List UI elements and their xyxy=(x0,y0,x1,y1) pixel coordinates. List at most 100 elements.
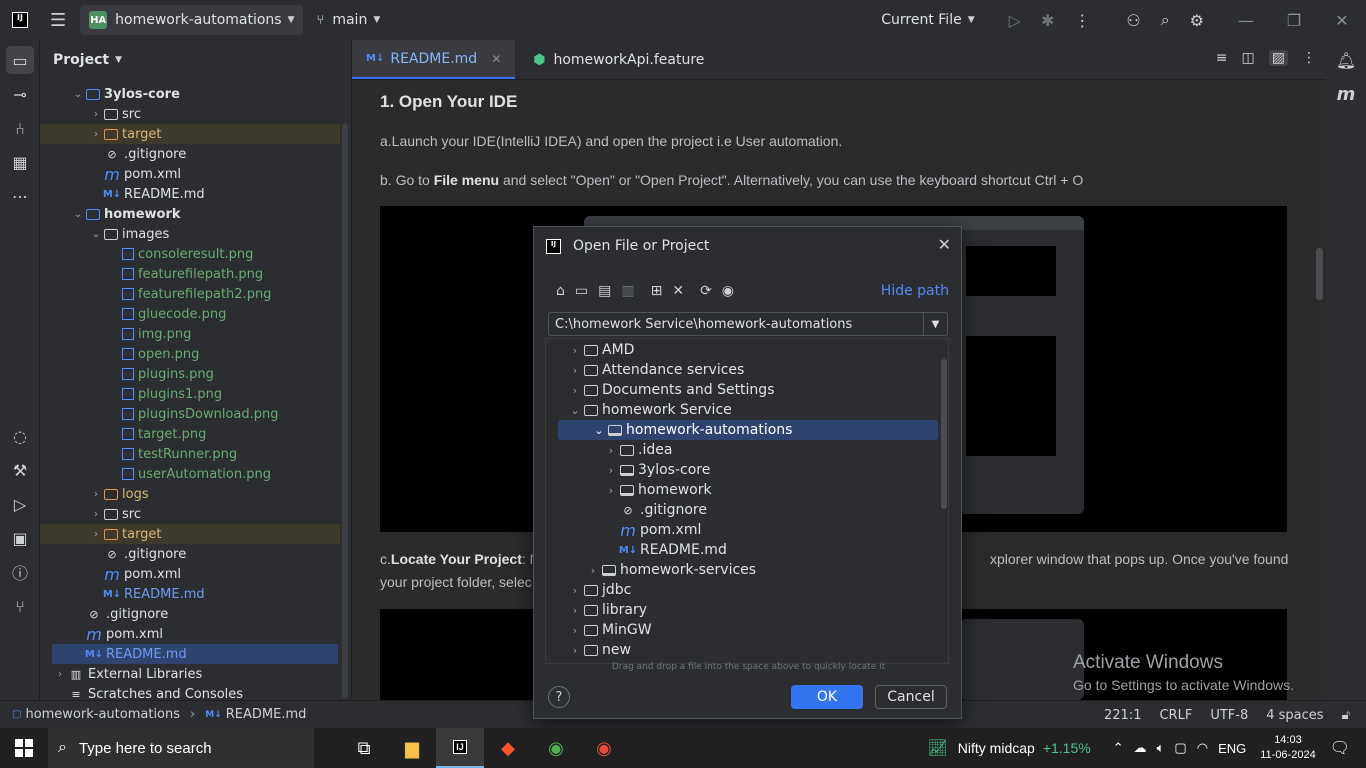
editor-only-icon[interactable]: ≡ xyxy=(1216,50,1228,66)
notification-center-icon[interactable]: 🗨︎ xyxy=(1330,738,1350,758)
project-tree-item[interactable]: plugins1.png xyxy=(40,384,340,404)
more-tools-icon[interactable]: ⋯ xyxy=(6,182,34,210)
project-switcher[interactable]: HA homework-automations ▼ xyxy=(80,5,303,35)
project-tree-item[interactable]: m pom.xml xyxy=(40,164,340,184)
project-tree-item[interactable]: consoleresult.png xyxy=(40,244,340,264)
problems-icon[interactable]: ⓘ xyxy=(6,558,34,586)
project-tree-item[interactable]: ⌄ images xyxy=(40,224,340,244)
clock[interactable]: 14:03 11-06-2024 xyxy=(1260,733,1315,763)
tab-readme[interactable]: M↓ README.md ✕ xyxy=(352,40,516,79)
more-options-icon[interactable]: ⋮ xyxy=(1302,50,1316,66)
search-icon[interactable]: ⌕ xyxy=(1161,10,1170,30)
project-tree-item[interactable]: testRunner.png xyxy=(40,444,340,464)
chevron-right-icon[interactable]: › xyxy=(566,584,584,597)
path-input[interactable]: C:\homework Service\homework-automations… xyxy=(548,312,948,336)
chevron-down-icon[interactable]: ⌄ xyxy=(590,424,608,437)
project-scrollbar[interactable] xyxy=(342,124,348,698)
project-tree-item[interactable]: ⌄ homework xyxy=(40,204,340,224)
project-tree-item[interactable]: pluginsDownload.png xyxy=(40,404,340,424)
chevron-right-icon[interactable]: › xyxy=(566,604,584,617)
breadcrumb-file[interactable]: README.md xyxy=(226,707,307,722)
desktop-icon[interactable]: ▭ xyxy=(575,283,588,299)
indent-setting[interactable]: 4 spaces xyxy=(1266,708,1323,723)
folder-tree-item[interactable]: › homework xyxy=(546,480,938,500)
folder-tree-item[interactable]: › new xyxy=(546,640,938,660)
chevron-right-icon[interactable]: › xyxy=(88,529,104,540)
chevron-down-icon[interactable]: ⌄ xyxy=(88,229,104,240)
chevron-right-icon[interactable]: › xyxy=(566,344,584,357)
tab-homework-api-feature[interactable]: ⬢ homeworkApi.feature xyxy=(515,40,718,79)
caret-position[interactable]: 221:1 xyxy=(1104,708,1141,723)
ok-button[interactable]: OK xyxy=(791,685,863,709)
volume-icon[interactable]: 🔈︎ xyxy=(1157,740,1165,756)
module-folder-icon[interactable]: ▥ xyxy=(621,283,634,299)
chevron-right-icon[interactable]: › xyxy=(88,109,104,120)
services-icon[interactable]: ◌ xyxy=(6,422,34,450)
brave-browser-icon[interactable]: ◆ xyxy=(484,728,532,768)
cancel-button[interactable]: Cancel xyxy=(875,685,947,709)
windows-start-button[interactable] xyxy=(0,728,48,768)
project-tool-icon[interactable]: ▭ xyxy=(6,46,34,74)
build-icon[interactable]: ⚒ xyxy=(6,456,34,484)
more-options-icon[interactable]: ⋮ xyxy=(1074,11,1090,30)
project-tree-item[interactable]: ⊘ .gitignore xyxy=(40,144,340,164)
taskbar-search-box[interactable]: ⌕ Type here to search xyxy=(48,728,314,768)
debug-icon[interactable]: ✱ xyxy=(1041,11,1054,30)
chevron-right-icon[interactable]: › xyxy=(602,464,620,477)
folder-tree-item[interactable]: › AMD xyxy=(546,340,938,360)
home-icon[interactable]: ⌂ xyxy=(556,283,565,299)
project-tree-item[interactable]: featurefilepath.png xyxy=(40,264,340,284)
structure-icon[interactable]: ▦ xyxy=(6,148,34,176)
project-tree-item[interactable]: open.png xyxy=(40,344,340,364)
project-panel-header[interactable]: Project ▼ xyxy=(40,40,351,80)
maximize-button[interactable]: ❐ xyxy=(1270,11,1318,30)
project-tree-item[interactable]: target.png xyxy=(40,424,340,444)
language-indicator[interactable]: ENG xyxy=(1218,741,1246,756)
project-tree-item[interactable]: › src xyxy=(40,504,340,524)
camera-icon[interactable]: ▢ xyxy=(1174,740,1186,756)
help-button[interactable]: ? xyxy=(548,686,570,708)
run-tool-icon[interactable]: ▷ xyxy=(6,490,34,518)
path-history-dropdown[interactable]: ▼ xyxy=(923,313,947,335)
folder-tree-item[interactable]: › MinGW xyxy=(546,620,938,640)
new-folder-icon[interactable]: ⊞ xyxy=(651,283,663,299)
project-tree-item[interactable]: img.png xyxy=(40,324,340,344)
delete-icon[interactable]: ✕ xyxy=(672,283,684,299)
project-folder-icon[interactable]: ▤ xyxy=(598,283,611,299)
project-tree-item[interactable]: ⊘ .gitignore xyxy=(40,544,340,564)
folder-tree-item[interactable]: ⊘ .gitignore xyxy=(546,500,938,520)
project-tree-item[interactable]: ⌄ 3ylos-core xyxy=(40,84,340,104)
pull-requests-icon[interactable]: ⑃ xyxy=(6,114,34,142)
git-icon[interactable]: ⑂ xyxy=(6,592,34,620)
folder-tree-item[interactable]: ⌄ homework Service xyxy=(546,400,938,420)
chevron-down-icon[interactable]: ⌄ xyxy=(70,209,86,220)
folder-tree-item[interactable]: ⌄ homework-automations xyxy=(558,420,938,440)
chevron-right-icon[interactable]: › xyxy=(88,489,104,500)
close-dialog-button[interactable]: ✕ xyxy=(938,235,951,254)
chevron-down-icon[interactable]: ⌄ xyxy=(566,404,584,417)
close-tab-icon[interactable]: ✕ xyxy=(491,52,501,66)
chevron-down-icon[interactable]: ⌄ xyxy=(70,89,86,100)
commit-tool-icon[interactable]: ⊸ xyxy=(6,80,34,108)
folder-tree-item[interactable]: › homework-services xyxy=(546,560,938,580)
chevron-right-icon[interactable]: › xyxy=(602,444,620,457)
file-encoding[interactable]: UTF-8 xyxy=(1210,708,1248,723)
add-user-icon[interactable]: ⚇ xyxy=(1126,11,1140,30)
chrome-profile-icon[interactable]: ◉ xyxy=(580,728,628,768)
refresh-icon[interactable]: ⟳ xyxy=(700,283,712,299)
project-tree-item[interactable]: M↓ README.md xyxy=(40,584,340,604)
folder-tree-item[interactable]: M↓ README.md xyxy=(546,540,938,560)
chevron-right-icon[interactable]: › xyxy=(88,129,104,140)
intellij-taskbar-icon[interactable]: IJ xyxy=(436,728,484,768)
minimize-button[interactable]: — xyxy=(1222,11,1270,30)
project-tree-item[interactable]: › target xyxy=(40,124,340,144)
file-explorer-icon[interactable]: ▆ xyxy=(388,728,436,768)
branch-switcher[interactable]: ⑂ main ▼ xyxy=(317,12,381,28)
markdown-tool-icon[interactable]: m xyxy=(1332,80,1360,108)
project-tree-item[interactable]: › src xyxy=(40,104,340,124)
read-only-lock-icon[interactable]: 🔓︎ xyxy=(1342,708,1350,723)
project-tree-item[interactable]: plugins.png xyxy=(40,364,340,384)
intellij-logo-icon[interactable]: IJ xyxy=(12,12,28,28)
preview-only-icon[interactable]: ▨ xyxy=(1268,50,1288,66)
chevron-right-icon[interactable]: › xyxy=(52,669,68,680)
